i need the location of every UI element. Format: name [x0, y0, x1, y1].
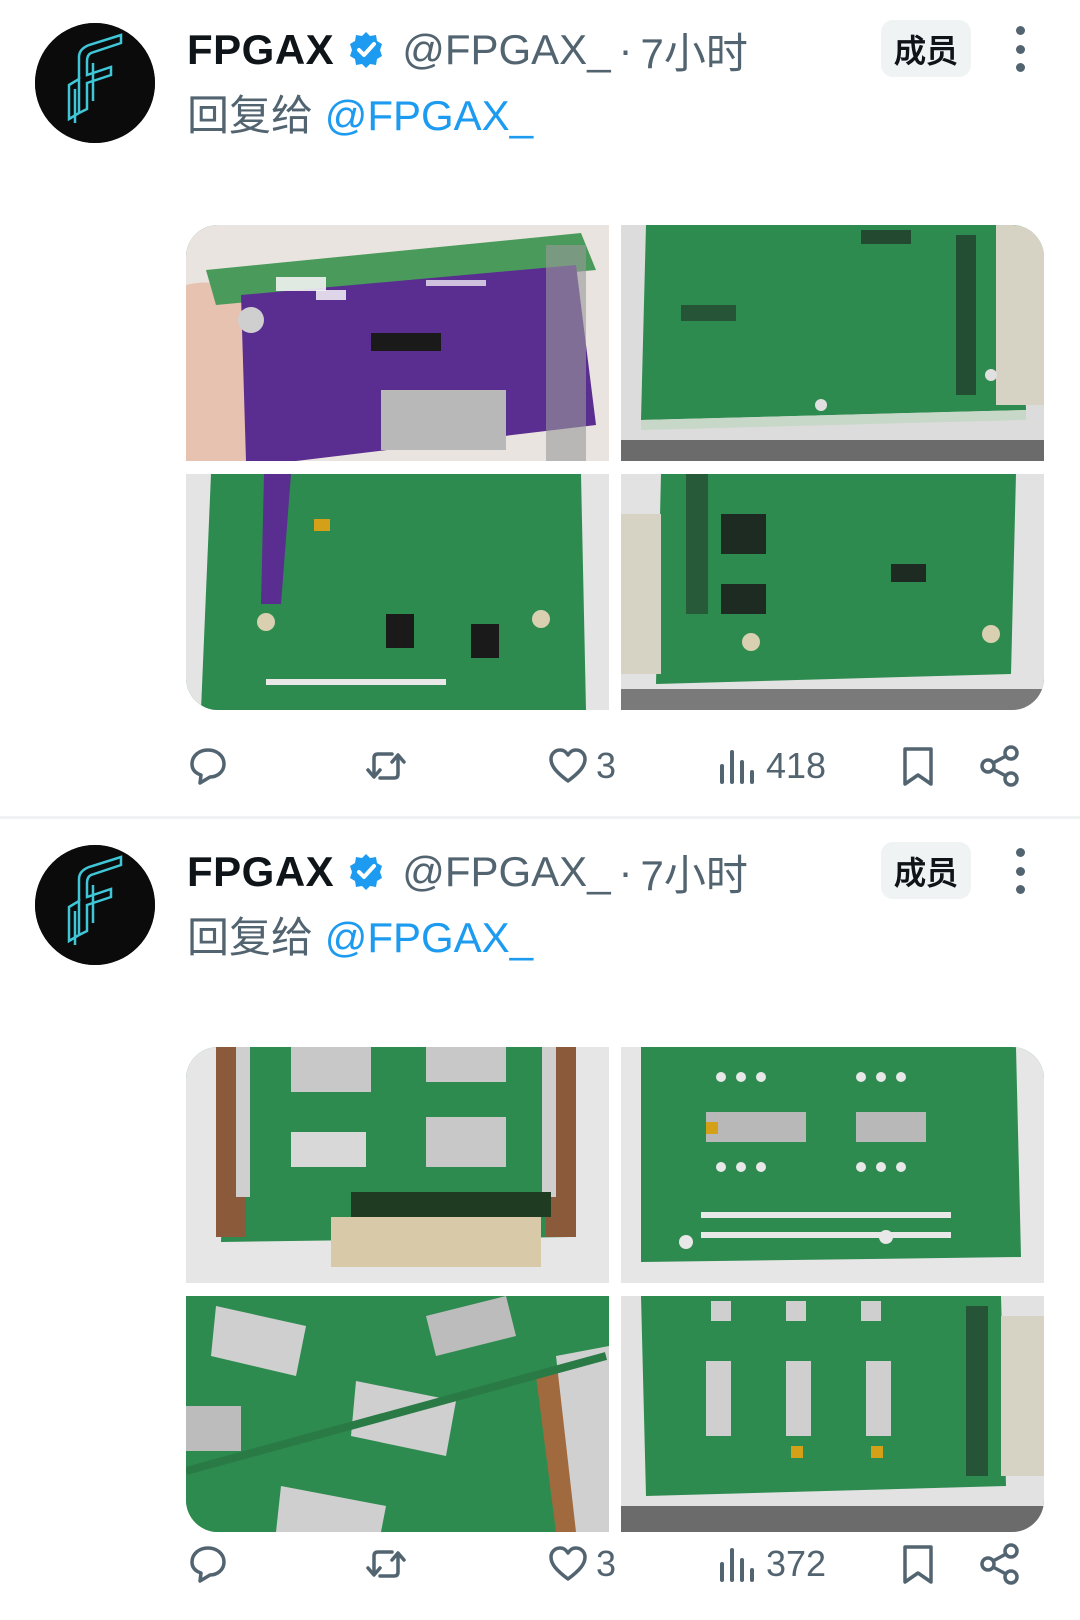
member-badge[interactable]: 成员 [881, 842, 971, 899]
like-button[interactable]: 3 [546, 736, 616, 796]
verified-badge-icon [350, 32, 383, 68]
member-badge[interactable]: 成员 [881, 20, 971, 77]
divider [0, 816, 1080, 819]
pcb-photo-green-board [186, 1296, 609, 1532]
reply-button[interactable] [186, 736, 230, 796]
photo-4[interactable] [621, 1296, 1044, 1532]
separator-dot: · [618, 26, 633, 73]
reply-icon [190, 748, 226, 785]
reply-prefix: 回复给 [187, 92, 314, 139]
more-options-icon[interactable] [1000, 848, 1040, 894]
avatar[interactable] [35, 23, 155, 143]
author-handle[interactable]: @FPGAX_ [402, 848, 610, 896]
fpgax-logo-icon [35, 23, 155, 143]
author-handle[interactable]: @FPGAX_ [402, 26, 610, 74]
pcb-photo-purple-board [186, 225, 609, 461]
media-grid [186, 1047, 1044, 1532]
view-count: 418 [766, 745, 827, 786]
reply-icon [190, 1546, 226, 1583]
photo-1[interactable] [186, 1047, 609, 1283]
verified-badge-icon [350, 854, 383, 890]
photo-2[interactable] [621, 1047, 1044, 1283]
photo-2[interactable] [621, 225, 1044, 461]
tweet-actions: 3 372 [186, 1534, 1046, 1594]
pcb-photo-green-board [621, 474, 1044, 710]
fpgax-logo-icon [35, 845, 155, 965]
bookmark-button[interactable] [896, 736, 940, 796]
tweet-time[interactable]: 7小时 [641, 20, 748, 81]
reply-button[interactable] [186, 1534, 230, 1594]
photo-3[interactable] [186, 1296, 609, 1532]
tweet-header: FPGAX @FPGAX_ · 7小时 [187, 842, 748, 902]
reply-mention-link[interactable]: @FPGAX_ [325, 92, 533, 139]
share-button[interactable] [978, 736, 1022, 796]
bookmark-icon [903, 1545, 933, 1584]
pcb-photo-green-board [621, 1296, 1044, 1532]
like-icon [549, 748, 587, 783]
avatar[interactable] [35, 845, 155, 965]
reply-to: 回复给 @FPGAX_ [187, 82, 533, 143]
reply-mention-link[interactable]: @FPGAX_ [325, 914, 533, 961]
retweet-icon [366, 1550, 406, 1578]
pcb-photo-green-board [186, 1047, 609, 1283]
retweet-button[interactable] [364, 1534, 408, 1594]
bookmark-icon [903, 747, 933, 786]
tweet[interactable]: FPGAX @FPGAX_ · 7小时 成员 回复给 @FPGAX_ [0, 0, 1080, 818]
retweet-icon [366, 752, 406, 780]
tweet[interactable]: FPGAX @FPGAX_ · 7小时 成员 回复给 @FPGAX_ [0, 822, 1080, 1620]
retweet-button[interactable] [364, 736, 408, 796]
share-button[interactable] [978, 1534, 1022, 1594]
tweet-time[interactable]: 7小时 [641, 842, 748, 903]
views-button[interactable]: 418 [716, 736, 826, 796]
media-grid [186, 225, 1044, 710]
like-icon [549, 1546, 587, 1581]
pcb-photo-green-board [621, 1047, 1044, 1283]
pcb-photo-green-board [186, 474, 609, 710]
like-button[interactable]: 3 [546, 1534, 616, 1594]
author-name[interactable]: FPGAX [187, 26, 334, 74]
author-name[interactable]: FPGAX [187, 848, 334, 896]
pcb-photo-green-board [621, 225, 1044, 461]
view-count: 372 [766, 1543, 827, 1584]
share-icon [980, 1543, 1019, 1585]
share-icon [980, 745, 1019, 787]
bookmark-button[interactable] [896, 1534, 940, 1594]
photo-4[interactable] [621, 474, 1044, 710]
like-count: 3 [596, 745, 617, 786]
tweet-actions: 3 418 [186, 736, 1046, 796]
like-count: 3 [596, 1543, 617, 1584]
views-icon [720, 750, 754, 784]
reply-prefix: 回复给 [187, 914, 314, 961]
tweet-header: FPGAX @FPGAX_ · 7小时 [187, 20, 748, 80]
views-icon [720, 1548, 754, 1582]
separator-dot: · [618, 848, 633, 895]
views-button[interactable]: 372 [716, 1534, 826, 1594]
reply-to: 回复给 @FPGAX_ [187, 904, 533, 965]
more-options-icon[interactable] [1000, 26, 1040, 72]
photo-3[interactable] [186, 474, 609, 710]
photo-1[interactable] [186, 225, 609, 461]
